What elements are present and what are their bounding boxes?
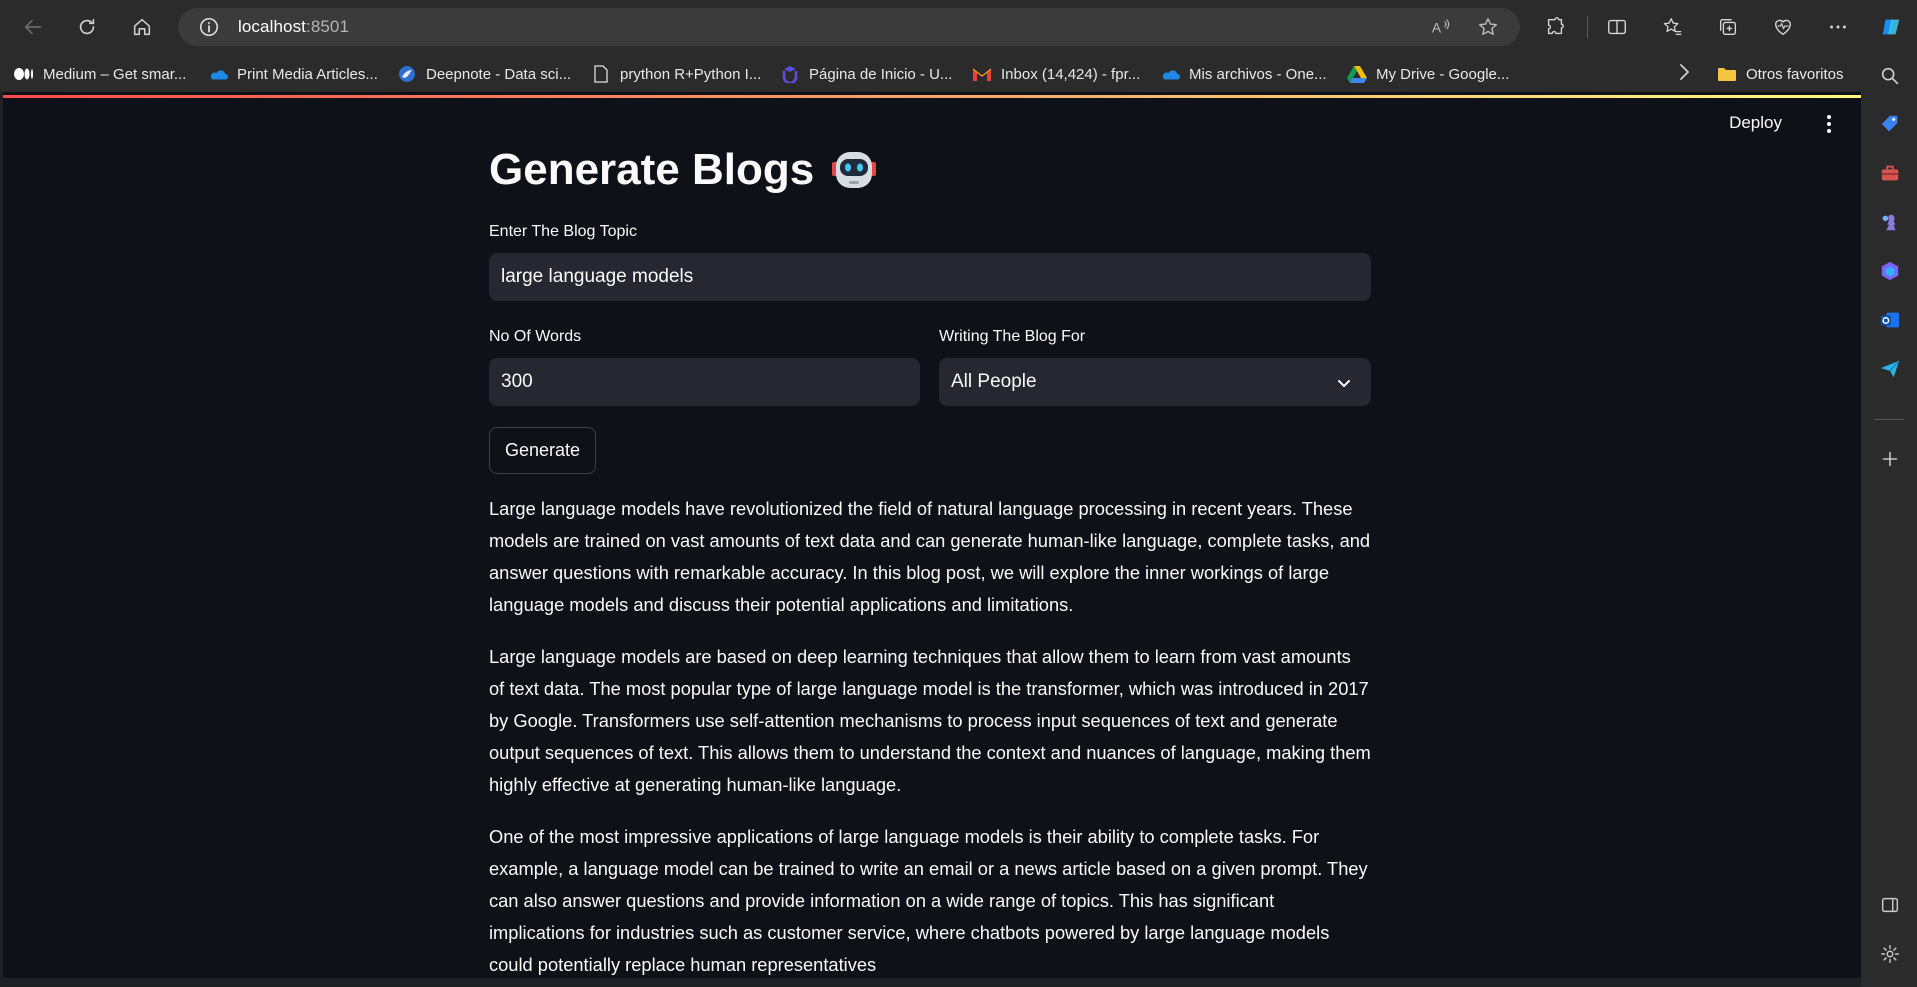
toolbox-icon: [1881, 165, 1899, 181]
back-button[interactable]: [17, 11, 49, 43]
gmail-icon: [972, 65, 992, 83]
onedrive-icon: [1160, 65, 1180, 83]
bookmark-medium[interactable]: Medium – Get smar...: [14, 62, 186, 86]
blog-paragraph: One of the most impressive applications …: [489, 826, 1368, 975]
puzzle-icon: [1547, 17, 1564, 35]
url-text: localhost:8501: [238, 17, 350, 36]
tag-icon: [1881, 115, 1898, 132]
toolbar-divider: [1587, 16, 1588, 38]
audience-selected-value: All People: [951, 371, 1037, 392]
favorites-icon: [1663, 18, 1682, 35]
refresh-icon: [79, 18, 95, 35]
gear-icon: [1881, 945, 1899, 963]
page-title-row: Generate Blogs: [489, 145, 878, 195]
page-title: Generate Blogs: [489, 145, 815, 194]
bookmark-print-media[interactable]: Print Media Articles...: [208, 62, 378, 86]
collections-icon: [1719, 18, 1737, 36]
bookmarks-bar: Medium – Get smar... Print Media Article…: [0, 54, 1917, 92]
split-screen-button[interactable]: [1604, 14, 1630, 40]
paper-plane-icon: [1880, 360, 1900, 378]
browser-toolbar: localhost:8501 A: [0, 0, 1917, 54]
udemy-icon: [780, 65, 800, 83]
settings-more-button[interactable]: [1825, 14, 1851, 40]
home-icon: [133, 18, 151, 36]
blog-paragraph: Large language models are based on deep …: [489, 646, 1371, 795]
sidebar-search-button[interactable]: [1878, 64, 1902, 88]
svg-text:A: A: [1432, 21, 1442, 36]
page-icon: [591, 65, 611, 83]
chess-piece-icon: [1882, 214, 1896, 231]
blog-topic-label: Enter The Blog Topic: [489, 223, 637, 240]
browser-sidebar: [1861, 54, 1917, 987]
browser-essentials-button[interactable]: [1770, 14, 1796, 40]
collections-button[interactable]: [1715, 14, 1741, 40]
words-label: No Of Words: [489, 328, 582, 345]
bookmark-udemy[interactable]: Página de Inicio - U...: [780, 62, 952, 86]
bookmark-onedrive-files[interactable]: Mis archivos - One...: [1160, 62, 1327, 86]
sidebar-shopping-button[interactable]: [1878, 112, 1902, 136]
info-icon[interactable]: [198, 16, 220, 38]
office-icon: [1881, 261, 1899, 281]
sidebar-settings-button[interactable]: [1878, 942, 1902, 966]
split-screen-icon: [1608, 19, 1626, 35]
blog-topic-input[interactable]: large language models: [489, 253, 1371, 301]
onedrive-icon: [208, 65, 228, 83]
heart-pulse-icon: [1774, 19, 1792, 36]
extensions-button[interactable]: [1542, 14, 1568, 40]
header-decoration-bar: [3, 95, 1861, 98]
robot-icon: [832, 152, 877, 188]
streamlit-app: Deploy Generate Blogs Enter The Blog Top…: [3, 92, 1861, 978]
blog-paragraph: Large language models have revolutionize…: [489, 498, 1371, 615]
search-icon: [1881, 67, 1899, 85]
star-icon[interactable]: [1477, 16, 1499, 38]
more-vertical-icon[interactable]: [1819, 111, 1839, 137]
generate-button[interactable]: Generate: [489, 427, 597, 474]
panel-right-icon: [1881, 897, 1899, 913]
more-horizontal-icon: [1830, 25, 1846, 29]
bookmark-gmail[interactable]: Inbox (14,424) - fpr...: [972, 62, 1140, 86]
sidebar-add-button[interactable]: [1878, 447, 1902, 471]
sidebar-outlook-button[interactable]: [1878, 308, 1902, 332]
arrow-left-icon: [24, 19, 42, 35]
bookmark-google-drive[interactable]: My Drive - Google...: [1347, 62, 1509, 86]
deepnote-icon: [397, 65, 417, 83]
sidebar-send-button[interactable]: [1878, 357, 1902, 381]
words-input[interactable]: 300: [489, 358, 920, 406]
copilot-button[interactable]: [1878, 14, 1904, 40]
sidebar-tools-button[interactable]: [1878, 161, 1902, 185]
chevron-right-icon[interactable]: [1672, 60, 1696, 84]
sidebar-games-button[interactable]: [1878, 210, 1902, 234]
folder-icon: [1717, 65, 1737, 83]
refresh-button[interactable]: [71, 11, 103, 43]
other-favorites[interactable]: Otros favoritos: [1717, 62, 1844, 86]
bookmark-deepnote[interactable]: Deepnote - Data sci...: [397, 62, 571, 86]
sidebar-hide-button[interactable]: [1878, 893, 1902, 917]
copilot-icon: [1882, 19, 1900, 35]
sidebar-divider: [1874, 419, 1904, 420]
plus-icon: [1882, 451, 1898, 467]
audience-label: Writing The Blog For: [939, 328, 1086, 345]
medium-icon: [14, 65, 34, 83]
favorites-button[interactable]: [1660, 14, 1686, 40]
address-bar[interactable]: localhost:8501 A: [178, 8, 1520, 46]
home-button[interactable]: [126, 11, 158, 43]
read-aloud-icon[interactable]: A: [1430, 16, 1452, 38]
audience-select[interactable]: All People: [939, 358, 1371, 406]
deploy-button[interactable]: Deploy: [1729, 113, 1782, 133]
google-drive-icon: [1347, 65, 1367, 83]
bookmark-prython[interactable]: prython R+Python I...: [591, 62, 761, 86]
sidebar-m365-button[interactable]: [1878, 259, 1902, 283]
chevron-down-icon: [1338, 380, 1350, 387]
outlook-icon: [1880, 312, 1900, 328]
